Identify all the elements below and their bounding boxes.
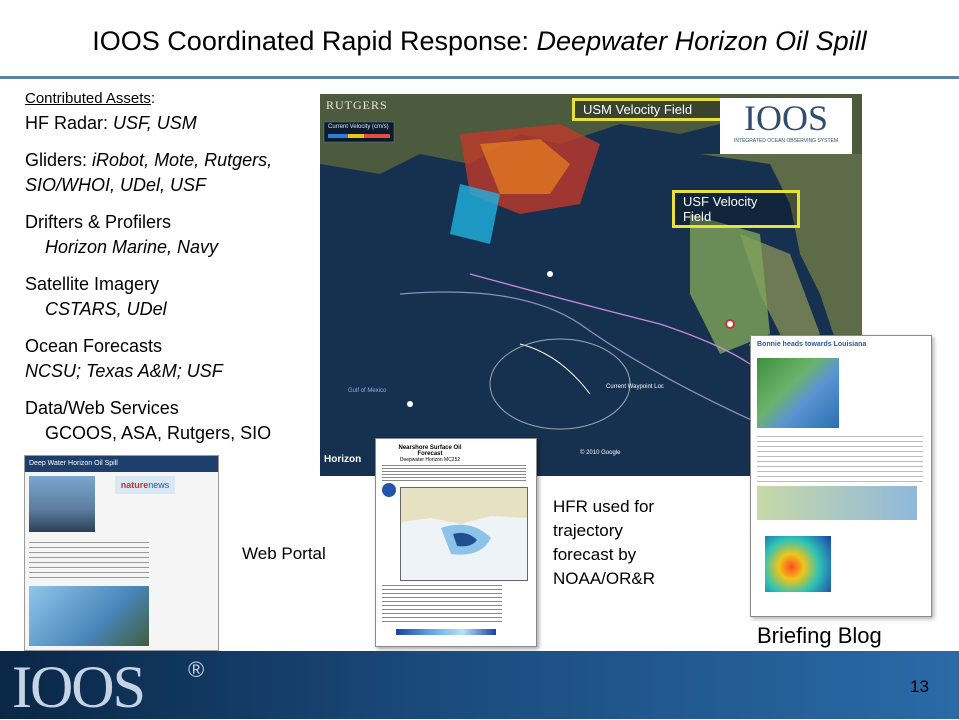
blog-sst-map <box>765 536 831 592</box>
portal-rig-photo <box>29 476 95 532</box>
asset-forecasts: Ocean Forecasts NCSU; Texas A&M; USF <box>25 336 223 381</box>
usm-velocity-callout: USM Velocity Field <box>572 98 723 121</box>
blog-hurricane-map <box>757 358 839 428</box>
forecast-color-bar <box>396 629 496 635</box>
waypoint-label: Current Waypoint Loc <box>606 384 664 390</box>
footer-band: IOOS ® 13 <box>0 651 959 719</box>
briefing-blog-caption: Briefing Blog <box>757 623 882 648</box>
forecast-footer-text <box>382 585 502 625</box>
asset-drifters: Drifters & Profilers Horizon Marine, Nav… <box>25 212 219 257</box>
slide-title: IOOS Coordinated Rapid Response: Deepwat… <box>0 24 959 58</box>
blog-post-title: Bonnie heads towards Louisiana <box>757 341 867 348</box>
briefing-blog-screenshot: Bonnie heads towards Louisiana <box>750 335 932 617</box>
horizon-label: Horizon <box>324 454 362 465</box>
nature-news-badge: naturenews <box>115 476 175 494</box>
blog-buoy-map <box>757 486 917 520</box>
blog-text-block <box>757 436 923 486</box>
page-number: 13 <box>910 677 929 696</box>
title-prefix: IOOS Coordinated Rapid Response: <box>92 26 537 56</box>
forecast-map-graphic <box>401 488 527 555</box>
gulf-label: Gulf of Mexico <box>348 388 387 394</box>
portal-map <box>29 586 149 646</box>
legend-title: Current Velocity (cm/s) <box>328 124 389 130</box>
ioos-map-logo: IOOS INTEGRATED OCEAN OBSERVING SYSTEM <box>720 98 852 154</box>
registered-mark: ® <box>188 657 205 682</box>
forecast-header: Nearshore Surface Oil Forecast <box>398 445 462 457</box>
portal-banner: Deep Water Horizon Oil Spill <box>25 456 218 472</box>
portal-text <box>29 542 149 582</box>
asset-hf-radar: HF Radar: USF, USM <box>25 113 197 133</box>
asset-gliders: Gliders: iRobot, Mote, Rutgers, SIO/WHOI… <box>25 150 273 195</box>
ioos-logo: IOOS <box>12 654 146 720</box>
assets-header: Contributed Assets: <box>25 90 156 107</box>
forecast-map <box>400 487 528 581</box>
web-portal-caption: Web Portal <box>242 544 326 563</box>
forecast-subheader: Deepwater Horizon MC252 <box>399 457 461 463</box>
noaa-logo-icon <box>382 483 396 497</box>
rutgers-label: RUTGERS <box>326 98 388 112</box>
title-divider <box>0 76 959 79</box>
hfr-caption: HFR used for trajectory forecast by NOAA… <box>553 497 656 588</box>
asset-services: Data/Web Services GCOOS, ASA, Rutgers, S… <box>25 398 272 443</box>
surface-oil-forecast-doc: Nearshore Surface Oil Forecast Deepwater… <box>375 438 537 647</box>
web-portal-screenshot: Deep Water Horizon Oil Spill naturenews <box>24 455 219 651</box>
forecast-text <box>382 465 526 483</box>
usf-velocity-callout: USF Velocity Field <box>672 190 800 228</box>
asset-satellite: Satellite Imagery CSTARS, UDel <box>25 274 167 319</box>
assets-list: Contributed Assets: HF Radar: USF, USM G… <box>25 86 325 446</box>
title-italic: Deepwater Horizon Oil Spill <box>536 26 867 56</box>
map-copyright: © 2010 Google <box>580 450 621 456</box>
